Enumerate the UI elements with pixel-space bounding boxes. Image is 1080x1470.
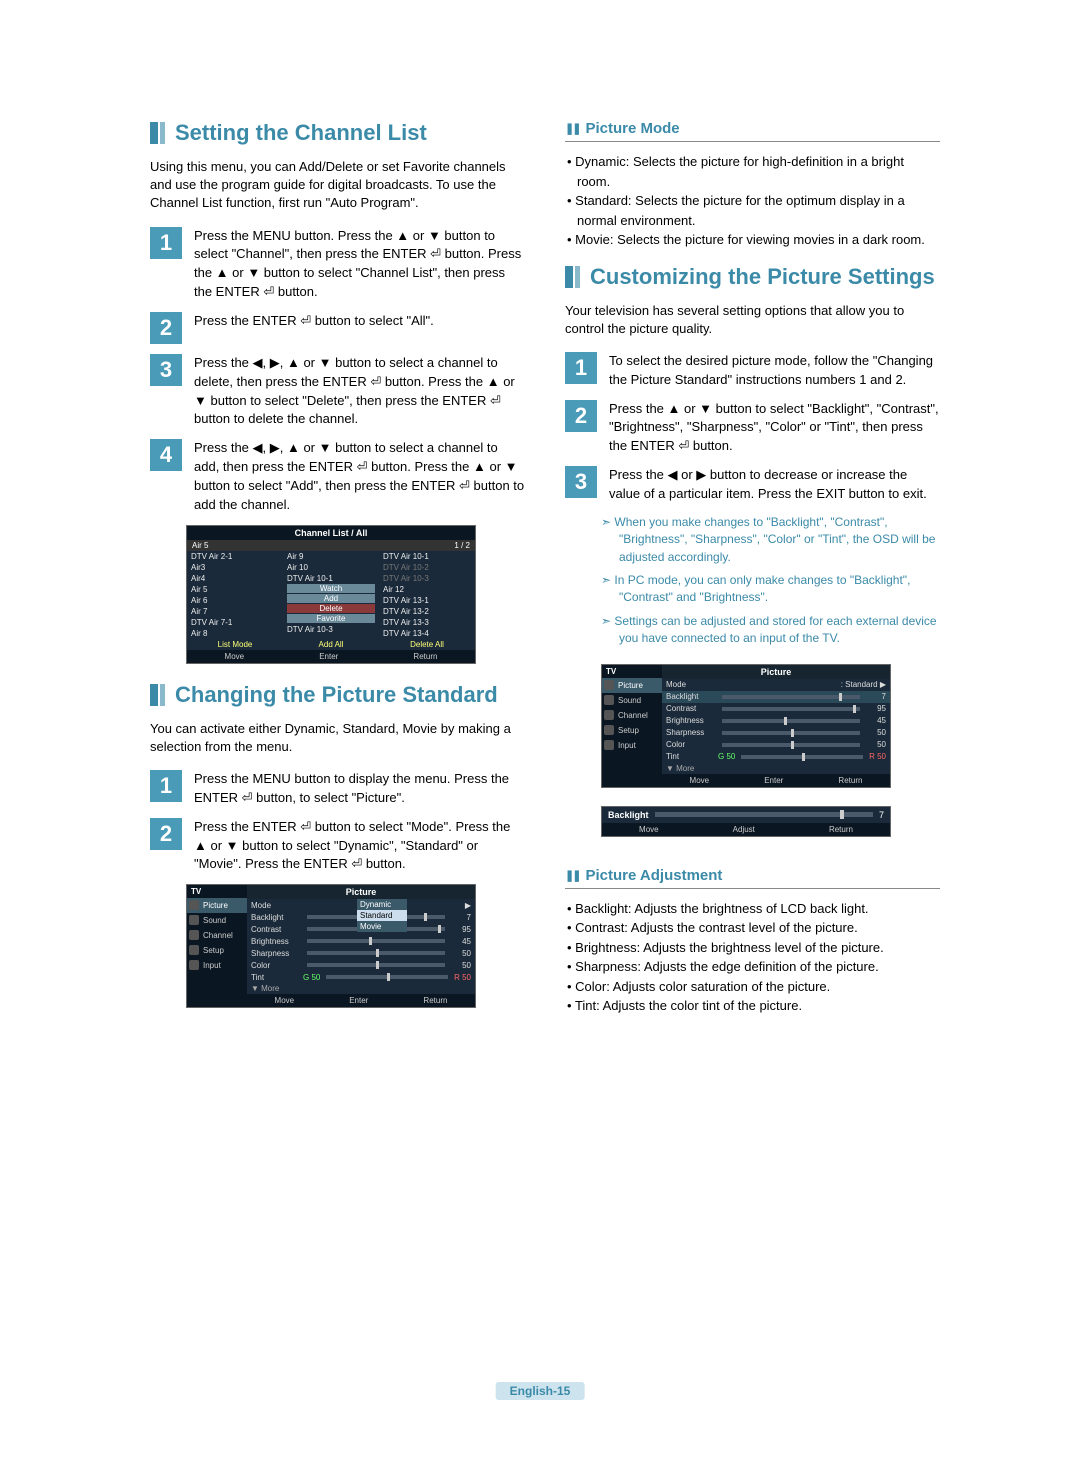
heading-picture-mode: Picture Mode bbox=[565, 120, 940, 142]
heading-customizing: Customizing the Picture Settings bbox=[565, 264, 940, 290]
step-num-3: 3 bbox=[150, 354, 182, 386]
osd-picture-menu-1: TV Picture Sound Channel Setup Input Pic… bbox=[186, 884, 476, 1008]
notes-list: When you make changes to "Backlight", "C… bbox=[601, 514, 940, 648]
page-number: English-15 bbox=[496, 1382, 585, 1400]
osd-picture-menu-2: TV Picture Sound Channel Setup Input Pic… bbox=[601, 664, 891, 788]
step-body: Press the ◀, ▶, ▲ or ▼ button to select … bbox=[194, 354, 525, 429]
adjustment-list: Backlight: Adjusts the brightness of LCD… bbox=[565, 899, 940, 1016]
picture-mode-list: Dynamic: Selects the picture for high-de… bbox=[565, 152, 940, 250]
step-num-2: 2 bbox=[150, 312, 182, 344]
osd-channel-list: Channel List / All Air 51 / 2 DTV Air 2-… bbox=[186, 525, 476, 664]
heading-setting-channel: Setting the Channel List bbox=[150, 120, 525, 146]
osd-backlight-bar: Backlight7 MoveAdjustReturn bbox=[601, 806, 891, 837]
step-body: Press the ENTER ⏎ button to select "All"… bbox=[194, 312, 525, 344]
step-body: Press the ◀, ▶, ▲ or ▼ button to select … bbox=[194, 439, 525, 514]
heading-changing-picture: Changing the Picture Standard bbox=[150, 682, 525, 708]
intro-customizing: Your television has several setting opti… bbox=[565, 302, 940, 338]
intro-setting-channel: Using this menu, you can Add/Delete or s… bbox=[150, 158, 525, 213]
step-body: Press the MENU button. Press the ▲ or ▼ … bbox=[194, 227, 525, 302]
intro-changing-picture: You can activate either Dynamic, Standar… bbox=[150, 720, 525, 756]
step-num-1: 1 bbox=[150, 227, 182, 259]
heading-picture-adjustment: Picture Adjustment bbox=[565, 867, 940, 889]
step-num-4: 4 bbox=[150, 439, 182, 471]
